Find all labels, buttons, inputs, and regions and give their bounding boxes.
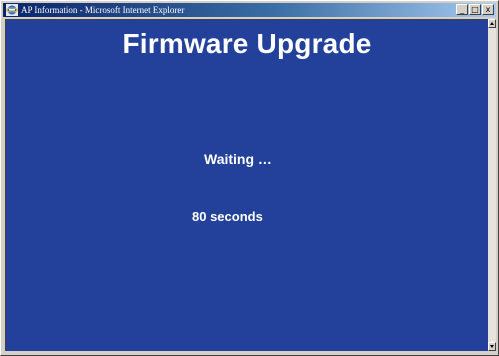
page-content: Firmware Upgrade Waiting … 80 seconds bbox=[5, 19, 488, 351]
internet-explorer-icon bbox=[6, 4, 18, 16]
maximize-button[interactable]: □ bbox=[469, 4, 481, 15]
close-button[interactable]: x bbox=[482, 4, 494, 15]
window-controls: _ □ x bbox=[456, 4, 494, 16]
page-title: Firmware Upgrade bbox=[122, 28, 372, 59]
scroll-up-button[interactable] bbox=[488, 19, 496, 28]
vertical-scrollbar[interactable] bbox=[488, 19, 496, 351]
scroll-down-button[interactable] bbox=[488, 342, 496, 351]
countdown-text: 80 seconds bbox=[192, 209, 263, 224]
minimize-button[interactable]: _ bbox=[456, 4, 468, 15]
window-title: AP Information - Microsoft Internet Expl… bbox=[21, 5, 185, 15]
browser-window: AP Information - Microsoft Internet Expl… bbox=[0, 0, 499, 356]
status-text: Waiting … bbox=[204, 151, 272, 167]
title-bar[interactable]: AP Information - Microsoft Internet Expl… bbox=[3, 3, 496, 17]
